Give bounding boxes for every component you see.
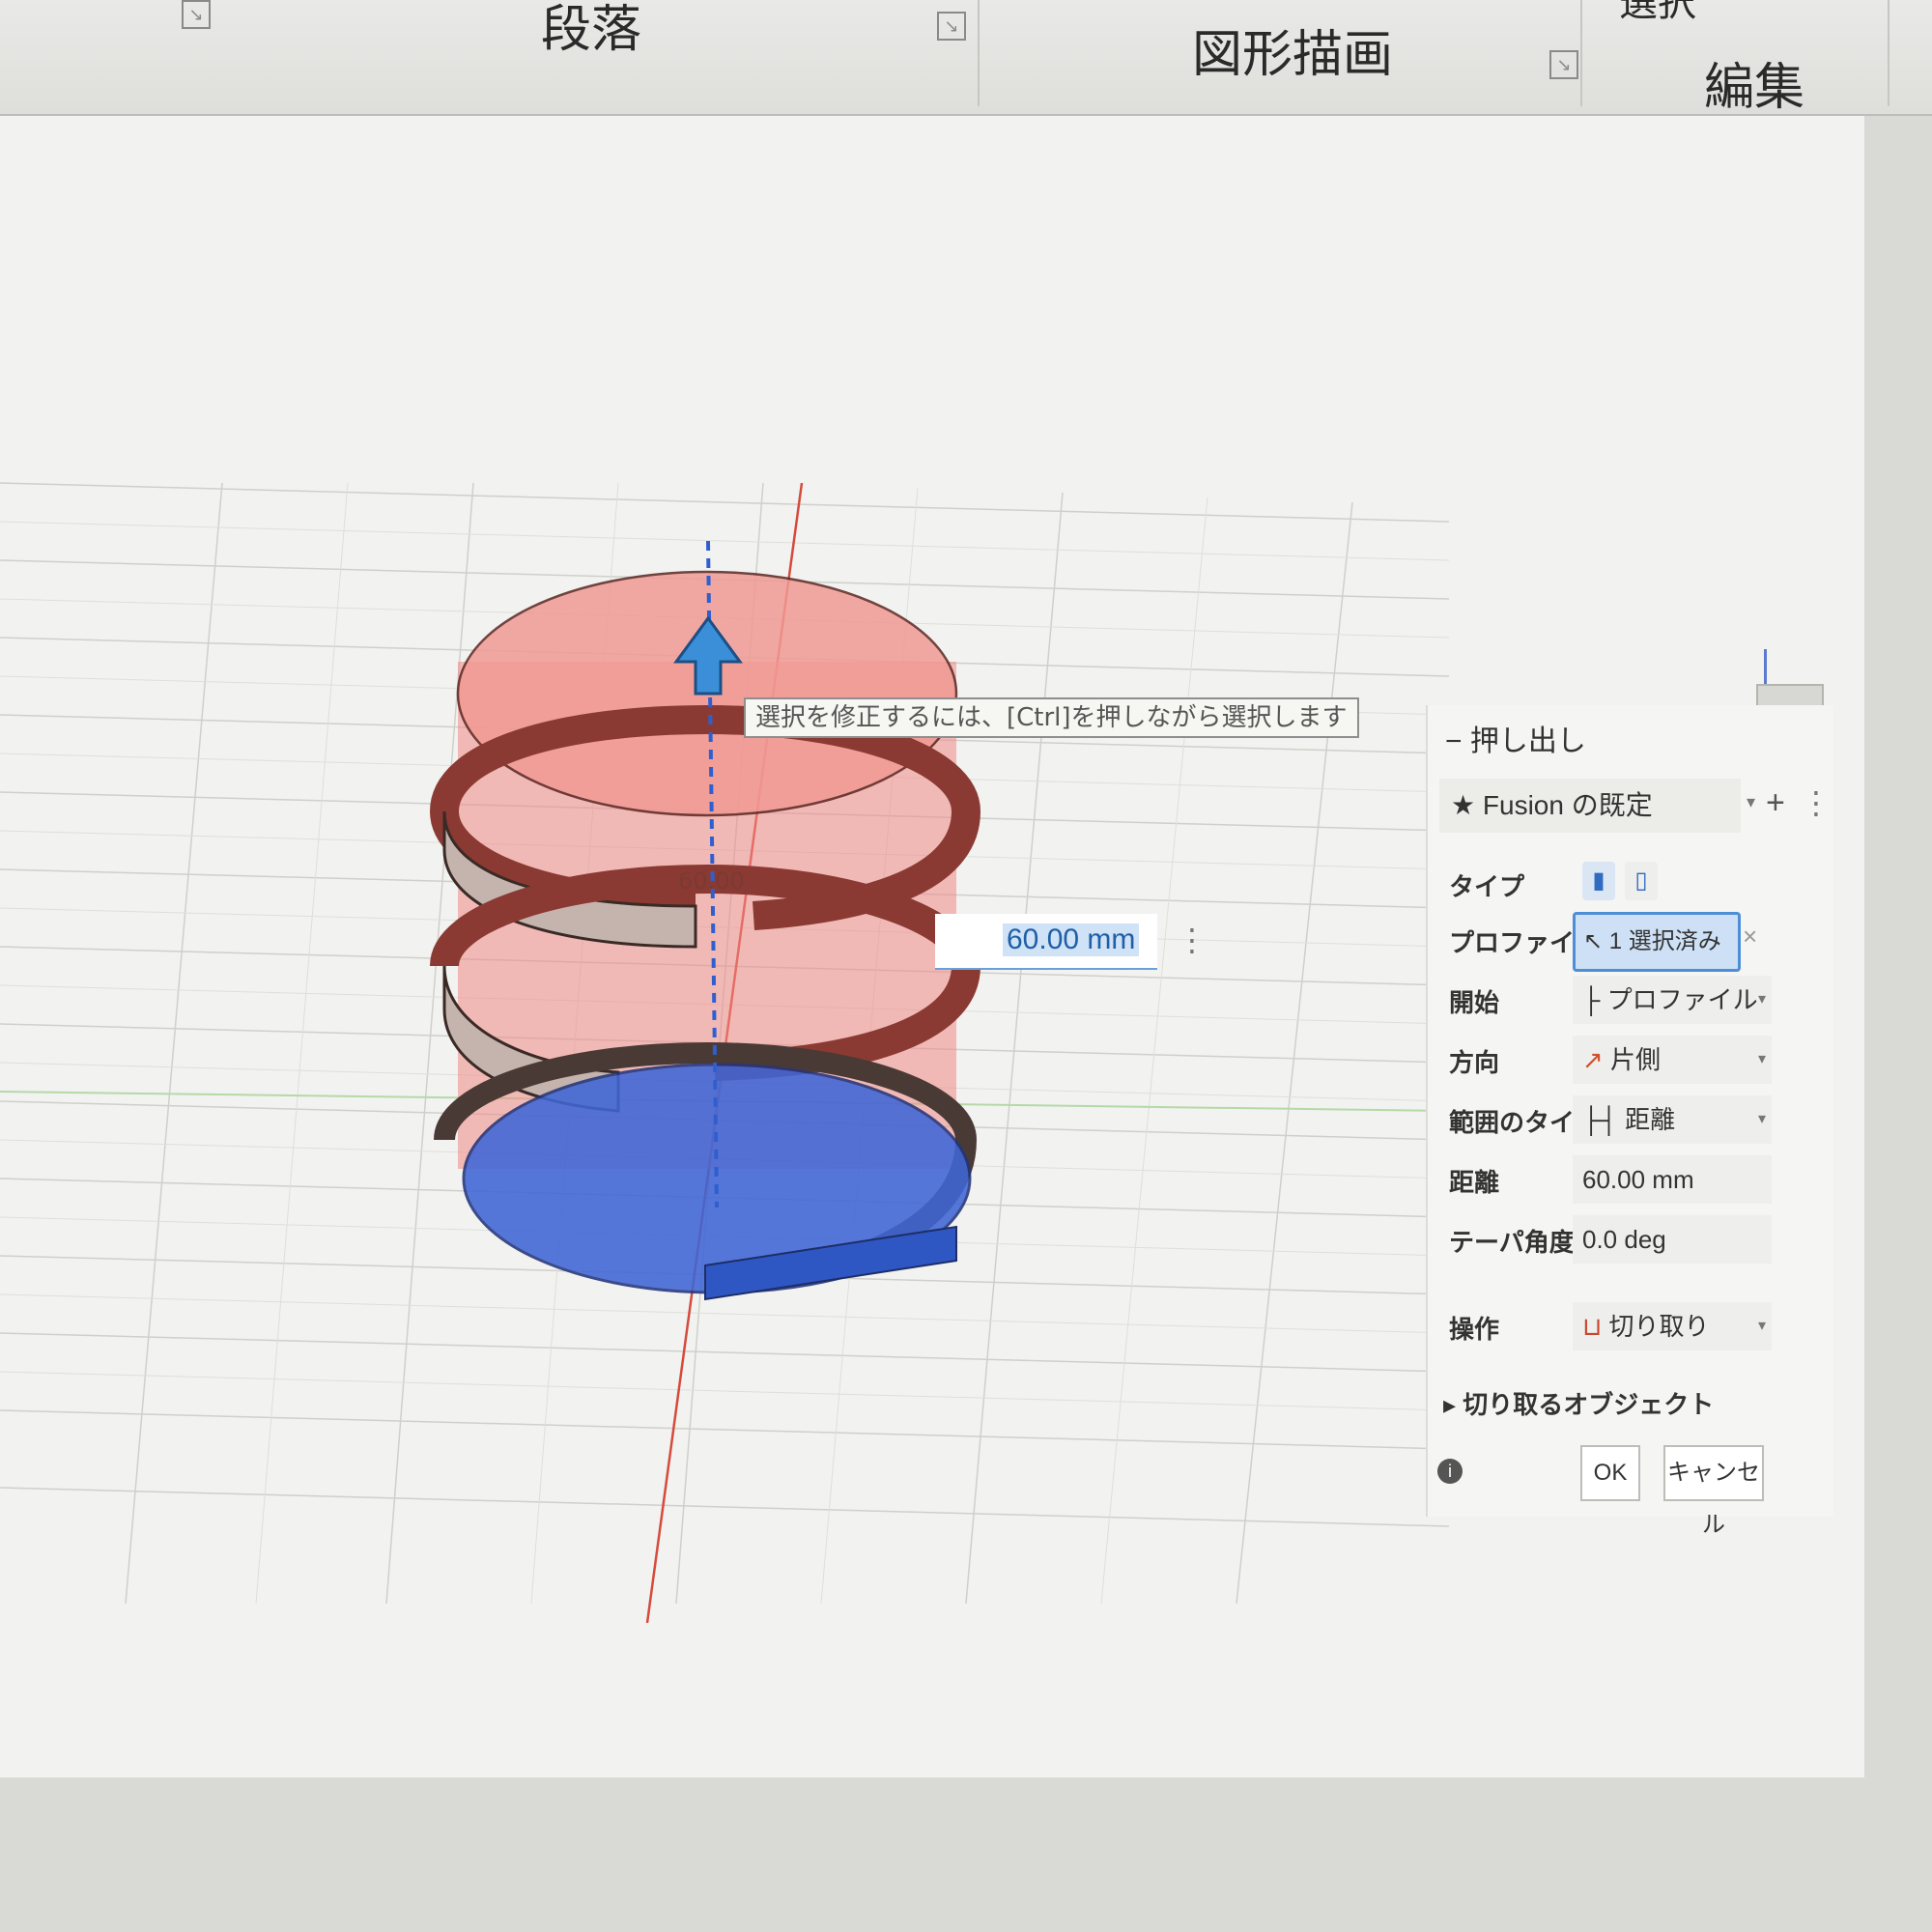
objects-to-cut-toggle[interactable]: ▸ 切り取るオブジェクト: [1443, 1385, 1714, 1421]
distance-input-value[interactable]: 60.00 mm: [1003, 923, 1140, 956]
ribbon-group-drawing[interactable]: 図形描画: [1192, 14, 1393, 86]
add-preset-icon[interactable]: +: [1766, 784, 1785, 822]
taper-angle-field[interactable]: 0.0 deg: [1573, 1215, 1772, 1264]
ribbon: ↘ 段落 ↘ 図形描画 ↘ 選択 編集: [0, 0, 1932, 119]
start-dropdown[interactable]: ├ プロファイル平面 ▾: [1573, 976, 1772, 1063]
preset-dropdown[interactable]: ★ Fusion の既定: [1439, 779, 1741, 833]
type-solid-button[interactable]: ▮: [1582, 862, 1615, 900]
one-side-icon: ↗: [1582, 1045, 1611, 1074]
cancel-button[interactable]: キャンセル: [1663, 1445, 1764, 1538]
clear-selection-icon[interactable]: ×: [1743, 922, 1757, 952]
ribbon-separator: [1580, 0, 1582, 106]
profile-selection[interactable]: ↖ 1 選択済み: [1573, 912, 1741, 972]
model-dimension-label: 60.00: [678, 867, 745, 895]
chevron-right-icon: ▸: [1443, 1390, 1463, 1419]
ok-button[interactable]: OK: [1580, 1445, 1640, 1501]
cursor-select-icon: ↖: [1583, 928, 1604, 954]
extent-type-dropdown[interactable]: ├┤ 距離 ▾: [1573, 1095, 1772, 1144]
extrude-panel: − 押し出し ★ Fusion の既定 ▾ + ⋮ タイプ ▮ ▯ プロファイル…: [1426, 705, 1833, 1538]
profile-plane-icon: ├: [1582, 985, 1607, 1014]
distance-extent-icon: ├┤: [1582, 1105, 1626, 1134]
info-icon[interactable]: i: [1437, 1459, 1463, 1484]
panel-title[interactable]: − 押し出し: [1445, 717, 1586, 759]
ribbon-group-edit[interactable]: 編集: [1704, 46, 1804, 119]
type-thin-button[interactable]: ▯: [1625, 862, 1658, 900]
collapse-icon[interactable]: −: [1445, 725, 1470, 757]
dialog-launcher-icon[interactable]: ↘: [937, 12, 966, 41]
chevron-down-icon: ▾: [1757, 1111, 1766, 1127]
type-label: タイプ: [1449, 872, 1525, 901]
cut-icon: ⊔: [1582, 1312, 1609, 1341]
ribbon-select-partial[interactable]: 選択: [1619, 0, 1696, 27]
distance-label: 距離: [1449, 1168, 1500, 1197]
distance-input-field[interactable]: 60.00 mm ⋮: [935, 914, 1208, 970]
direction-dropdown[interactable]: ↗ 片側 ▾: [1573, 1036, 1772, 1084]
chevron-down-icon: ▾: [1757, 1051, 1766, 1067]
chevron-down-icon: ▾: [1757, 1318, 1766, 1334]
dialog-launcher-icon[interactable]: ↘: [182, 0, 211, 29]
operation-dropdown[interactable]: ⊔ 切り取り ▾: [1573, 1302, 1772, 1350]
ribbon-separator: [978, 0, 980, 106]
chevron-down-icon: ▾: [1757, 991, 1766, 1008]
dialog-launcher-icon[interactable]: ↘: [1549, 50, 1578, 79]
ribbon-group-paragraph[interactable]: 段落: [541, 0, 641, 61]
operation-label: 操作: [1449, 1315, 1500, 1344]
z-axis-indicator: [1764, 649, 1767, 688]
taper-angle-label: テーパ角度: [1449, 1228, 1575, 1257]
ribbon-separator: [1888, 0, 1889, 106]
preset-menu-icon[interactable]: ⋮: [1801, 784, 1832, 821]
direction-label: 方向: [1449, 1048, 1500, 1077]
more-options-icon[interactable]: ⋮: [1177, 922, 1208, 958]
selection-hint-tooltip: 選択を修正するには、[Ctrl]を押しながら選択します: [744, 697, 1359, 738]
preset-caret-icon[interactable]: ▾: [1747, 792, 1755, 812]
start-label: 開始: [1449, 988, 1500, 1017]
distance-field[interactable]: 60.00 mm: [1573, 1155, 1772, 1204]
